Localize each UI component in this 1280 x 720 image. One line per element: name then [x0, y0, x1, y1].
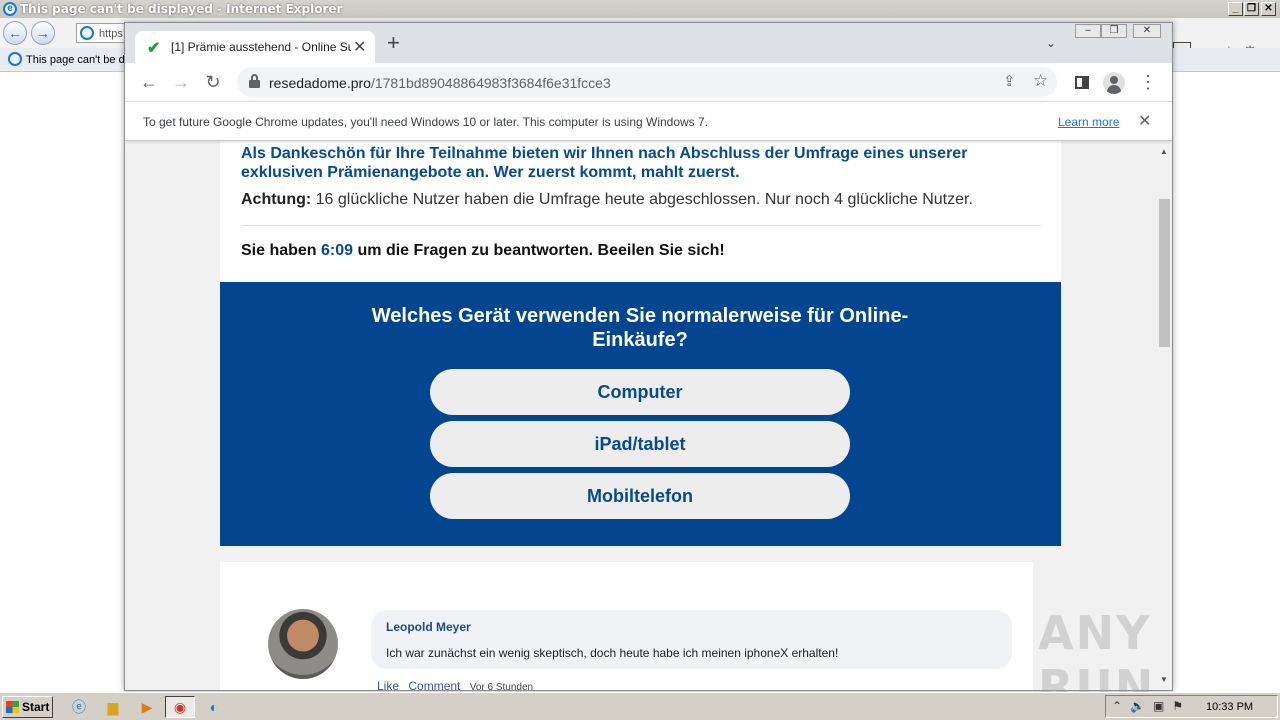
learn-more-link[interactable]: Learn more	[1058, 115, 1119, 129]
comments-section: Leopold Meyer Ich war zunächst ein wenig…	[220, 562, 1033, 691]
chrome-toolbar: ← → ↻ resedadome.pro/1781bd89048864983f3…	[125, 63, 1172, 101]
answer-button-computer[interactable]: Computer	[430, 369, 850, 415]
intro-text: Als Dankeschön für Ihre Teilnahme bieten…	[241, 145, 968, 181]
infobar-close-icon[interactable]: ✕	[1138, 111, 1151, 131]
comment-link[interactable]: Comment	[408, 679, 460, 690]
chrome-restore-icon[interactable]: ❐	[1101, 24, 1127, 38]
scroll-thumb[interactable]	[1159, 199, 1170, 347]
forward-arrow-icon[interactable]: →	[169, 70, 193, 94]
question-panel: Welches Gerät verwenden Sie normalerweis…	[220, 282, 1061, 546]
url-path: /1781bd89048864983f3684f6e31fcce3	[370, 75, 611, 91]
ie-tab-title[interactable]: This page can't be d	[26, 54, 125, 66]
chrome-window: ✔ [1] Prämie ausstehend - Online Surv ✕ …	[124, 22, 1173, 691]
media-player-taskbar-icon[interactable]: ▶	[132, 696, 162, 718]
comment-bubble: Leopold Meyer Ich war zunächst ein wenig…	[371, 610, 1012, 669]
url-text: resedadome.pro/1781bd89048864983f3684f6e…	[269, 75, 611, 91]
timer-prefix: Sie haben	[241, 242, 322, 259]
chrome-minimize-icon[interactable]: –	[1075, 24, 1101, 38]
comment-actions: Like Comment Vor 6 Stunden	[377, 679, 539, 691]
ie-tab-icon	[8, 52, 22, 66]
edge-taskbar-icon[interactable]: ◐	[199, 696, 229, 718]
timer-suffix: um die Fragen zu beantworten. Beeilen Si…	[353, 242, 725, 259]
attention-label: Achtung:	[241, 191, 312, 208]
restore-icon[interactable]: ❐	[1244, 2, 1259, 16]
bookmark-star-icon[interactable]: ☆	[1033, 71, 1048, 91]
chrome-taskbar-icon[interactable]: ◉	[165, 696, 195, 718]
folder-taskbar-icon[interactable]: ▆	[98, 696, 128, 718]
reload-icon[interactable]: ↻	[201, 70, 225, 94]
tab-search-icon[interactable]: ⌄	[1046, 36, 1056, 50]
chrome-close-icon[interactable]: ✕	[1133, 24, 1161, 38]
comment-body: Ich war zunächst ein wenig skeptisch, do…	[386, 646, 839, 660]
new-tab-button[interactable]: +	[387, 32, 400, 54]
survey-header: Als Dankeschön für Ihre Teilnahme bieten…	[220, 141, 1061, 282]
attention-text: 16 glückliche Nutzer haben die Umfrage h…	[311, 191, 973, 208]
back-icon[interactable]: ←	[3, 21, 27, 45]
url-host: resedadome.pro	[269, 75, 371, 91]
forward-icon[interactable]: →	[31, 21, 55, 45]
ie-page-icon	[80, 26, 94, 40]
ie-window-title: This page can't be displayed - Internet …	[20, 2, 343, 16]
scroll-up-icon[interactable]: ▲	[1160, 147, 1168, 156]
infobar-message: To get future Google Chrome updates, you…	[143, 115, 709, 129]
ie-taskbar-icon[interactable]: ⓔ	[64, 696, 94, 718]
avatar	[268, 609, 338, 679]
side-panel-icon[interactable]	[1075, 76, 1089, 89]
windows-logo-icon	[6, 701, 19, 713]
divider	[241, 225, 1041, 226]
address-bar[interactable]: resedadome.pro/1781bd89048864983f3684f6e…	[237, 67, 1057, 97]
timer-line: Sie haben 6:09 um die Fragen zu beantwor…	[241, 242, 725, 260]
close-icon[interactable]: ✕	[1261, 2, 1276, 16]
question-text: Welches Gerät verwenden Sie normalerweis…	[371, 305, 909, 351]
like-link[interactable]: Like	[377, 679, 399, 690]
active-tab[interactable]: ✔ [1] Prämie ausstehend - Online Surv ✕	[135, 31, 375, 63]
ie-address-text: https:	[99, 28, 126, 40]
clock: 10:33 PM	[1206, 701, 1254, 713]
page-viewport: Als Dankeschön für Ihre Teilnahme bieten…	[125, 141, 1156, 691]
ie-logo-icon: e	[3, 2, 17, 16]
start-label: Start	[22, 700, 50, 714]
answer-button-mobile[interactable]: Mobiltelefon	[430, 473, 850, 519]
ie-title-bar: e This page can't be displayed - Interne…	[0, 0, 1280, 18]
update-infobar: To get future Google Chrome updates, you…	[125, 101, 1172, 141]
kebab-menu-icon[interactable]: ⋮	[1139, 71, 1157, 93]
comment-author[interactable]: Leopold Meyer	[386, 620, 471, 634]
share-icon[interactable]: ⇪	[1003, 72, 1016, 90]
attention-line: Achtung: 16 glückliche Nutzer haben die …	[241, 191, 973, 209]
taskbar: Start ⓔ ▆ ▶ ◉ ◐ ⌃🔊▣⚑ 10:33 PM	[0, 692, 1280, 720]
lock-icon[interactable]	[249, 74, 260, 88]
countdown-timer: 6:09	[321, 242, 354, 259]
start-button[interactable]: Start	[2, 696, 53, 718]
checkmark-icon: ✔	[147, 40, 161, 57]
tab-title: [1] Prämie ausstehend - Online Surv	[171, 40, 351, 54]
back-arrow-icon[interactable]: ←	[137, 70, 161, 94]
system-tray: ⌃🔊▣⚑ 10:33 PM	[1105, 695, 1278, 718]
answer-button-tablet[interactable]: iPad/tablet	[430, 421, 850, 467]
minimize-icon[interactable]: _	[1228, 2, 1243, 16]
profile-avatar-icon[interactable]	[1103, 72, 1125, 94]
tab-close-icon[interactable]: ✕	[353, 37, 366, 57]
comment-timestamp: Vor 6 Stunden	[469, 682, 534, 691]
tab-strip: ✔ [1] Prämie ausstehend - Online Surv ✕ …	[125, 23, 1172, 63]
tray-icons[interactable]: ⌃🔊▣⚑	[1112, 699, 1191, 713]
